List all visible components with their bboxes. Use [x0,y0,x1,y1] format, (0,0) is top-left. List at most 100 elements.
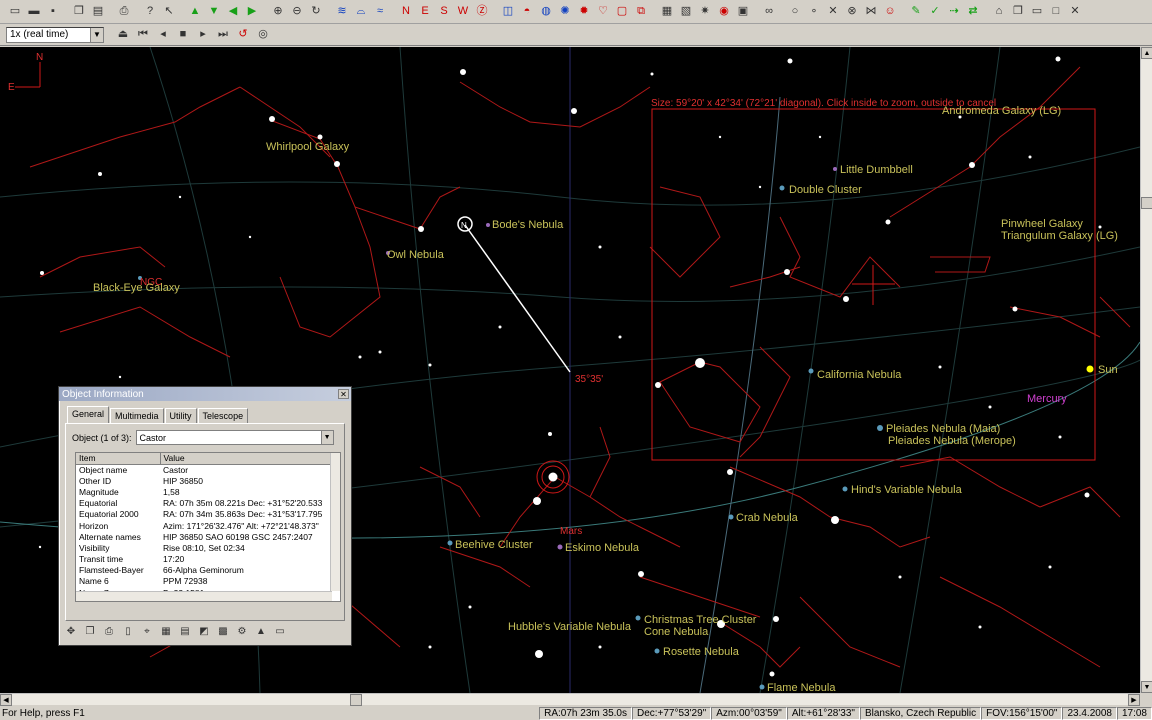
fast-rewind-icon[interactable]: ⏮ [134,26,152,44]
rectangle-select-icon[interactable]: ▢ [613,3,631,21]
stop-icon[interactable]: ■ [174,26,192,44]
table-row[interactable]: Name 6 PPM 72938 [76,576,332,587]
maximize-icon[interactable]: □ [1047,3,1065,21]
telescope-icon[interactable]: ⌖ [139,623,155,639]
table-row[interactable]: Equatorial 2000 RA: 07h 34m 35.863s Dec: … [76,509,332,520]
label-eskimo-nebula[interactable]: Eskimo Nebula [565,542,640,554]
variable-star-icon[interactable]: ✕ [824,3,842,21]
ecliptic-icon[interactable]: ◓ [518,3,536,21]
label-andromeda-galaxy[interactable]: Andromeda Galaxy (LG) [942,105,1061,117]
planet-filter-icon[interactable]: ⊗ [843,3,861,21]
label-little-dumbbell[interactable]: Little Dumbbell [840,164,913,176]
label-pleiades-maia[interactable]: Pleiades Nebula (Maia) [886,423,1000,435]
settings-icon[interactable]: ⌂ [990,3,1008,21]
object-properties-grid[interactable]: Item Value Object name Castor Other ID HIP … [75,452,341,602]
table-row[interactable]: Transit time 17:20 [76,554,332,565]
window-restore-icon[interactable]: ❐ [1009,3,1027,21]
label-double-cluster[interactable]: Double Cluster [789,184,862,196]
chart-icon[interactable]: ▦ [658,3,676,21]
paste-icon[interactable]: ▤ [89,3,107,21]
ephemeris-icon[interactable]: ▤ [177,623,193,639]
table-row[interactable]: Horizon Azim: 171°26'32.476" Alt: +72°21'… [76,520,332,531]
column-header-item[interactable]: Item [76,453,161,465]
earth-icon[interactable]: ◍ [537,3,555,21]
step-forward-icon[interactable]: ▸ [194,26,212,44]
label-beehive-cluster[interactable]: Beehive Cluster [455,539,533,551]
label-sun[interactable]: Sun [1098,364,1118,376]
sun-settings-icon[interactable]: ✷ [696,3,714,21]
label-black-eye-galaxy[interactable]: Black-Eye Galaxy [93,282,180,294]
label-triangulum-galaxy[interactable]: Triangulum Galaxy (LG) [1001,230,1118,242]
label-hinds-variable-nebula[interactable]: Hind's Variable Nebula [851,484,963,496]
binoculars-icon[interactable]: ∞ [760,3,778,21]
print-icon[interactable]: ⎙ [101,623,117,639]
label-flame-nebula[interactable]: Flame Nebula [767,682,836,693]
telescope-sync-icon[interactable]: ⇄ [964,3,982,21]
label-mercury[interactable]: Mercury [1027,393,1067,405]
table-row[interactable]: Other ID HIP 36850 [76,475,332,486]
grid-horizontal-scrollbar[interactable] [76,591,332,601]
scroll-left-icon[interactable]: ◀ [0,694,12,706]
column-header-value[interactable]: Value [160,453,333,465]
time-speed-select[interactable]: 1x (real time) ▼ [6,26,104,43]
double-star-icon[interactable]: ∘ [805,3,823,21]
arrow-left-icon[interactable]: ◀ [224,3,242,21]
copy-icon[interactable]: ❐ [70,3,88,21]
help-icon[interactable]: ? [141,3,159,21]
chevron-down-icon[interactable]: ▼ [90,27,103,42]
sky-chart[interactable]: N N E Size: 59°20' x 42°34' (72°21' diag… [0,47,1140,693]
zenith-icon[interactable]: Ⓩ [473,3,491,21]
arrow-up-icon[interactable]: ▲ [253,623,269,639]
reset-time-icon[interactable]: ↺ [234,26,252,44]
label-hubbles-variable-nebula[interactable]: Hubble's Variable Nebula [508,621,632,633]
save-icon[interactable]: ▪ [44,3,62,21]
context-help-icon[interactable]: ↖ [160,3,178,21]
label-california-nebula[interactable]: California Nebula [817,369,902,381]
image-icon[interactable]: ▧ [677,3,695,21]
east-icon[interactable]: E [416,3,434,21]
window-icon[interactable]: ▣ [734,3,752,21]
label-christmas-tree-cluster[interactable]: Christmas Tree Cluster [644,614,757,626]
shape-icon[interactable]: ♡ [594,3,612,21]
comet-filter-icon[interactable]: ⋈ [862,3,880,21]
arrow-right-icon[interactable]: ▶ [243,3,261,21]
arrow-down-icon[interactable]: ▼ [205,3,223,21]
meteor-filter-icon[interactable]: ☺ [881,3,899,21]
object-selector[interactable]: Castor ▼ [135,430,334,445]
label-crab-nebula[interactable]: Crab Nebula [736,512,799,524]
telescope-goto-icon[interactable]: ⇢ [945,3,963,21]
star-filter-icon[interactable]: ○ [786,3,804,21]
settings-icon[interactable]: ⚙ [234,623,250,639]
chevron-down-icon[interactable]: ▼ [320,431,333,444]
table-row[interactable]: Flamsteed-Bayer 66-Alpha Geminorum [76,565,332,576]
constellation-lines-icon[interactable]: ◫ [499,3,517,21]
label-whirlpool-galaxy[interactable]: Whirlpool Galaxy [266,141,350,153]
close-icon[interactable]: ✕ [338,389,349,399]
tab-multimedia[interactable]: Multimedia [110,408,164,423]
label-rosette-nebula[interactable]: Rosette Nebula [663,646,740,658]
vertical-scrollbar[interactable]: ▲ ▼ [1140,47,1152,693]
cluster-icon[interactable]: ⧉ [632,3,650,21]
zoom-out-icon[interactable]: ⊖ [288,3,306,21]
scroll-down-icon[interactable]: ▼ [1141,681,1152,693]
equatorial-grid-icon[interactable]: ≋ [333,3,351,21]
table-row[interactable]: Visibility Rise 08:10, Set 02:34 [76,542,332,553]
close-icon[interactable]: ✕ [1066,3,1084,21]
south-icon[interactable]: S [435,3,453,21]
north-icon[interactable]: N [397,3,415,21]
table-row[interactable]: Equatorial RA: 07h 35m 08.221s Dec: +31°5… [76,498,332,509]
tab-general[interactable]: General [67,406,110,423]
scroll-right-icon[interactable]: ▶ [1128,694,1140,706]
arrow-up-icon[interactable]: ▲ [186,3,204,21]
tab-utility[interactable]: Utility [164,408,197,423]
telescope-icon[interactable]: ✎ [907,3,925,21]
nebula-icon[interactable]: ✹ [575,3,593,21]
graph-icon[interactable]: ◩ [196,623,212,639]
table-row[interactable]: Alternate names HIP 36850 SAO 60198 GSC 2… [76,531,332,542]
open-file-icon[interactable]: ▬ [25,3,43,21]
table-row[interactable]: Object name Castor [76,464,332,475]
galaxy-icon[interactable]: ✺ [556,3,574,21]
eject-icon[interactable]: ⏏ [114,26,132,44]
horizon-grid-icon[interactable]: ⌓ [352,3,370,21]
scroll-up-icon[interactable]: ▲ [1141,47,1152,59]
